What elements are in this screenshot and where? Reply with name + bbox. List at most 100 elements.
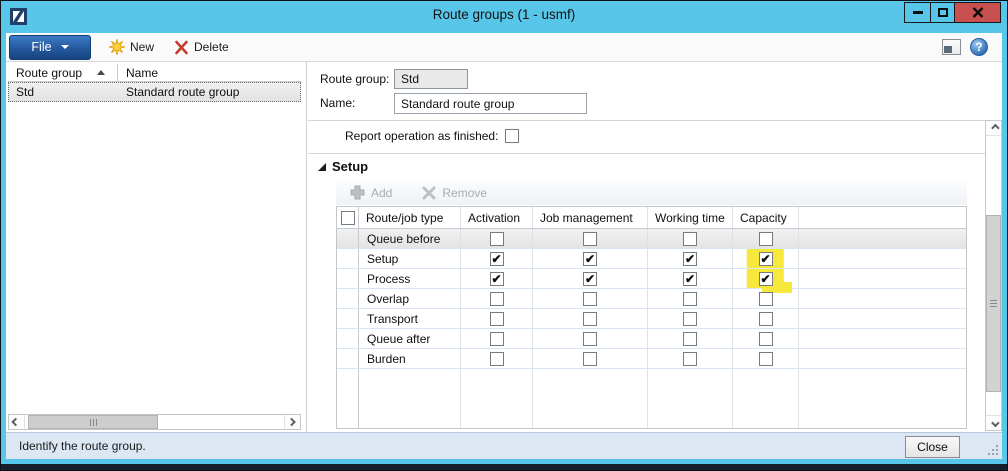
- row-select-cell[interactable]: [337, 329, 359, 348]
- empty-cell: [799, 249, 966, 268]
- filler-cell: [337, 369, 359, 428]
- capacity-cell: [733, 289, 799, 308]
- route-job-type-label: Overlap: [359, 289, 461, 308]
- add-plus-icon: [350, 185, 365, 200]
- working_time-checkbox[interactable]: [683, 312, 697, 326]
- job_management-checkbox[interactable]: [583, 312, 597, 326]
- resize-grip[interactable]: [987, 444, 998, 455]
- route-group-field[interactable]: Std: [394, 69, 468, 89]
- column-header-route-job-type[interactable]: Route/job type: [359, 207, 461, 228]
- scroll-right-button[interactable]: [284, 415, 300, 429]
- activation-checkbox[interactable]: [490, 232, 504, 246]
- setup-grid-row[interactable]: Overlap: [337, 289, 966, 309]
- capacity-checkbox[interactable]: ✔: [759, 272, 773, 286]
- add-button[interactable]: Add: [371, 186, 392, 200]
- job_management-checkbox[interactable]: ✔: [583, 252, 597, 266]
- working_time-cell: [648, 309, 733, 328]
- report-operation-label: Report operation as finished:: [345, 129, 498, 143]
- scroll-up-button[interactable]: [986, 121, 1001, 136]
- capacity-checkbox[interactable]: [759, 292, 773, 306]
- job_management-checkbox[interactable]: [583, 232, 597, 246]
- activation-checkbox[interactable]: [490, 332, 504, 346]
- setup-grid-row[interactable]: Burden: [337, 349, 966, 369]
- job_management-checkbox[interactable]: ✔: [583, 272, 597, 286]
- setup-grid: Route/job type Activation Job management…: [336, 206, 967, 429]
- delete-button[interactable]: Delete: [168, 35, 235, 59]
- new-button[interactable]: New: [103, 35, 160, 59]
- capacity-checkbox[interactable]: [759, 312, 773, 326]
- job_management-checkbox[interactable]: [583, 352, 597, 366]
- close-button[interactable]: Close: [905, 436, 960, 458]
- column-header-job-management[interactable]: Job management: [533, 207, 648, 228]
- capacity-checkbox[interactable]: [759, 352, 773, 366]
- vertical-scrollbar[interactable]: [985, 120, 1002, 431]
- route-groups-window: Route groups (1 - usmf) File New: [0, 0, 1008, 471]
- chevron-right-icon: [287, 418, 295, 426]
- activation-checkbox[interactable]: [490, 312, 504, 326]
- activation-cell: ✔: [461, 269, 533, 288]
- maximize-button[interactable]: [930, 2, 955, 23]
- row-select-cell[interactable]: [337, 269, 359, 288]
- row-select-cell[interactable]: [337, 229, 359, 248]
- working_time-checkbox[interactable]: [683, 332, 697, 346]
- file-menu-button[interactable]: File: [9, 35, 91, 60]
- close-window-button[interactable]: [954, 2, 1001, 23]
- setup-grid-row[interactable]: Queue after: [337, 329, 966, 349]
- row-select-cell[interactable]: [337, 249, 359, 268]
- horizontal-scrollbar[interactable]: [8, 414, 301, 430]
- scrollbar-thumb[interactable]: [986, 215, 1001, 392]
- activation-checkbox[interactable]: ✔: [490, 252, 504, 266]
- setup-grid-row[interactable]: Setup✔✔✔✔: [337, 249, 966, 269]
- filler-cell: [461, 369, 533, 428]
- column-header-activation[interactable]: Activation: [461, 207, 533, 228]
- help-icon[interactable]: ?: [970, 38, 988, 56]
- column-header-working-time[interactable]: Working time: [648, 207, 733, 228]
- select-all-checkbox[interactable]: [341, 211, 355, 225]
- working_time-checkbox[interactable]: ✔: [683, 272, 697, 286]
- filler-cell: [533, 369, 648, 428]
- column-header-route-group[interactable]: Route group: [8, 64, 118, 81]
- empty-cell: [799, 289, 966, 308]
- working_time-checkbox[interactable]: ✔: [683, 252, 697, 266]
- setup-section-header[interactable]: Setup: [318, 159, 368, 174]
- view-pane-icon[interactable]: [942, 39, 961, 55]
- column-header-name[interactable]: Name: [118, 64, 301, 81]
- setup-grid-row[interactable]: Transport: [337, 309, 966, 329]
- job_management-checkbox[interactable]: [583, 332, 597, 346]
- scroll-left-button[interactable]: [9, 415, 25, 429]
- row-select-cell[interactable]: [337, 289, 359, 308]
- working_time-cell: [648, 329, 733, 348]
- setup-grid-row[interactable]: Queue before: [337, 229, 966, 249]
- remove-button[interactable]: Remove: [442, 186, 487, 200]
- activation-cell: [461, 229, 533, 248]
- capacity-checkbox[interactable]: ✔: [759, 252, 773, 266]
- working_time-checkbox[interactable]: [683, 292, 697, 306]
- collapse-expander-icon[interactable]: [318, 163, 326, 171]
- minimize-button[interactable]: [904, 2, 931, 23]
- setup-grid-row[interactable]: Process✔✔✔✔: [337, 269, 966, 289]
- divider: [308, 153, 985, 154]
- capacity-checkbox[interactable]: [759, 232, 773, 246]
- column-header-capacity[interactable]: Capacity: [733, 207, 799, 228]
- route-job-type-label: Transport: [359, 309, 461, 328]
- scroll-down-button[interactable]: [986, 415, 1001, 430]
- activation-checkbox[interactable]: [490, 292, 504, 306]
- working_time-checkbox[interactable]: [683, 352, 697, 366]
- setup-grid-header: Route/job type Activation Job management…: [337, 207, 966, 229]
- activation-checkbox[interactable]: ✔: [490, 272, 504, 286]
- name-field[interactable]: Standard route group: [394, 93, 587, 114]
- titlebar[interactable]: Route groups (1 - usmf): [1, 1, 1007, 33]
- report-operation-checkbox[interactable]: [505, 129, 519, 143]
- job_management-checkbox[interactable]: [583, 292, 597, 306]
- working_time-checkbox[interactable]: [683, 232, 697, 246]
- scrollbar-thumb[interactable]: [28, 415, 158, 429]
- minimize-icon: [913, 11, 923, 14]
- remove-x-icon: [422, 186, 436, 200]
- row-select-cell[interactable]: [337, 349, 359, 368]
- row-select-cell[interactable]: [337, 309, 359, 328]
- activation-checkbox[interactable]: [490, 352, 504, 366]
- route-group-row[interactable]: StdStandard route group: [8, 82, 301, 102]
- capacity-checkbox[interactable]: [759, 332, 773, 346]
- job_management-cell: [533, 309, 648, 328]
- maximize-icon: [938, 8, 948, 17]
